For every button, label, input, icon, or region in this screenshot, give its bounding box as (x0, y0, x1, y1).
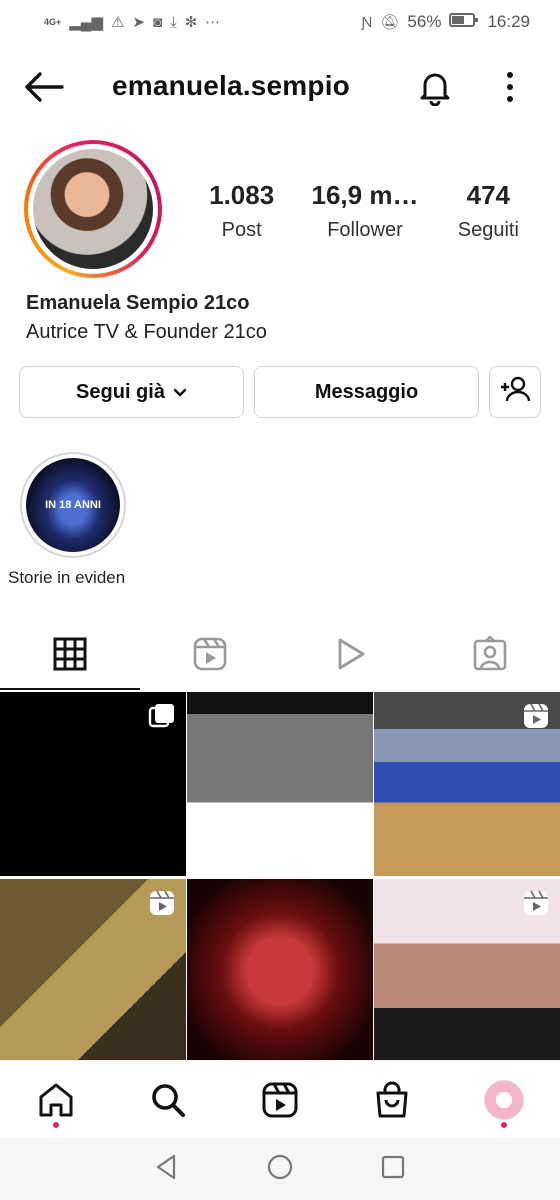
shopping-bag-icon (376, 1081, 408, 1117)
back-arrow-icon[interactable] (24, 71, 64, 103)
avatar-frame (28, 144, 158, 274)
mute-icon: 🔕︎ (380, 14, 400, 31)
stat-followers[interactable]: 16,9 m… Follower (303, 180, 426, 242)
tab-tagged[interactable] (420, 618, 560, 690)
status-bar: 4G+ ▂▄▆ ⚠ ➤ ◙ ⤓ ✻ ⋯ Ɲ 🔕︎ 56% 16:29 (0, 0, 560, 44)
suggested-users-button[interactable] (489, 366, 541, 418)
following-button[interactable]: Segui già (19, 366, 244, 418)
profile-avatar-icon (484, 1079, 524, 1120)
post-thumbnail[interactable] (187, 692, 373, 876)
notification-dot (53, 1122, 59, 1128)
system-back-button[interactable] (152, 1152, 182, 1187)
reels-icon (150, 890, 174, 915)
stat-followers-value: 16,9 m… (311, 180, 419, 210)
nav-shop[interactable] (336, 1061, 448, 1138)
more-options-icon[interactable] (498, 70, 522, 104)
stat-following-value: 474 (466, 180, 511, 210)
back-triangle-icon (156, 1154, 175, 1179)
stat-posts-label: Post (221, 219, 262, 241)
reels-icon (524, 890, 548, 915)
post-grid (0, 692, 560, 1063)
home-circle-icon (267, 1154, 293, 1179)
highlight-label: Storie in eviden (8, 568, 126, 587)
reels-icon (262, 1082, 298, 1117)
battery-icon (449, 12, 479, 33)
tab-video[interactable] (280, 618, 420, 690)
profile-avatar[interactable] (24, 140, 162, 278)
profile-header: emanuela.sempio (0, 56, 560, 118)
post-thumbnail[interactable] (374, 692, 560, 876)
post-thumbnail[interactable] (0, 692, 186, 876)
profile-name: Emanuela Sempio 21co (26, 292, 250, 314)
stat-posts-value: 1.083 (209, 180, 275, 210)
message-button[interactable]: Messaggio (254, 366, 479, 418)
stat-following[interactable]: 474 Seguiti (427, 180, 550, 242)
highlight-ring: IN 18 ANNI (20, 452, 126, 558)
stat-following-label: Seguiti (457, 219, 519, 241)
reels-icon (524, 703, 548, 728)
tagged-icon (473, 636, 507, 671)
tab-reels[interactable] (140, 618, 280, 690)
network-type: 4G+ (44, 16, 62, 27)
telegram-icon: ➤ (132, 14, 145, 31)
system-home-button[interactable] (265, 1152, 295, 1187)
post-thumbnail[interactable] (0, 879, 186, 1063)
more-dots-icon: ⋯ (205, 14, 221, 31)
add-user-icon (500, 376, 531, 408)
signal-icon: ▂▄▆ (69, 14, 103, 31)
profile-stats: 1.083 Post 16,9 m… Follower 474 Seguiti (180, 180, 550, 242)
status-right: Ɲ 🔕︎ 56% 16:29 (362, 12, 530, 33)
profile-tabs (0, 618, 560, 690)
asterisk-icon: ✻ (184, 14, 198, 31)
reels-icon (193, 637, 227, 671)
bottom-navigation (0, 1060, 560, 1138)
post-thumbnail[interactable] (187, 879, 373, 1063)
following-button-label: Segui già (76, 380, 165, 403)
search-icon (152, 1083, 185, 1117)
download-icon: ⤓ (170, 13, 177, 31)
system-recents-button[interactable] (378, 1152, 408, 1187)
recents-square-icon (382, 1155, 405, 1178)
system-navigation-bar (0, 1138, 560, 1200)
video-icon (338, 638, 365, 670)
warning-icon: ⚠ (110, 14, 125, 31)
nav-home[interactable] (0, 1061, 112, 1138)
instagram-icon: ◙ (153, 13, 163, 31)
post-thumbnail[interactable] (374, 879, 560, 1063)
avatar-photo (33, 149, 153, 269)
battery-percent: 56% (407, 12, 442, 31)
page-title: emanuela.sempio (112, 70, 350, 101)
message-button-label: Messaggio (314, 380, 419, 403)
nav-reels[interactable] (224, 1061, 336, 1138)
stat-followers-label: Follower (327, 219, 403, 241)
clock: 16:29 (487, 12, 530, 31)
home-icon (39, 1083, 73, 1116)
carousel-icon (148, 704, 174, 728)
highlight-cover: IN 18 ANNI (26, 458, 120, 552)
bell-icon[interactable] (416, 68, 454, 107)
story-highlight[interactable]: IN 18 ANNI Storie in eviden (8, 452, 128, 587)
status-left: 4G+ ▂▄▆ ⚠ ➤ ◙ ⤓ ✻ ⋯ (44, 13, 221, 32)
stat-posts[interactable]: 1.083 Post (180, 180, 303, 242)
notification-dot (501, 1122, 507, 1128)
nav-profile[interactable] (448, 1061, 560, 1138)
profile-bio: Autrice TV & Founder 21co (26, 321, 267, 343)
nfc-icon: Ɲ (361, 13, 373, 31)
nav-search[interactable] (112, 1061, 224, 1138)
tab-grid[interactable] (0, 618, 140, 690)
chevron-down-icon (173, 381, 187, 404)
grid-icon (53, 637, 87, 671)
